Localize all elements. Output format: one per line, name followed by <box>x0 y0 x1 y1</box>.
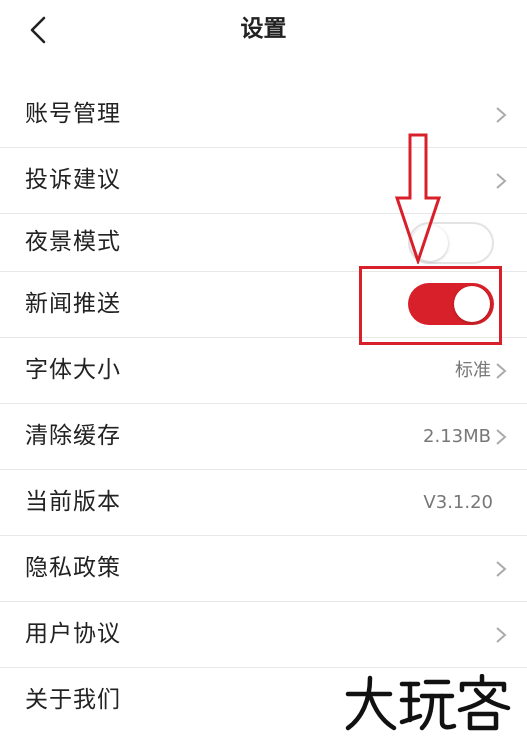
row-label: 新闻推送 <box>25 291 121 317</box>
row-night-mode: 夜景模式 <box>0 214 527 272</box>
chevron-right-icon <box>496 627 507 643</box>
version-value: V3.1.20 <box>423 492 493 513</box>
row-user-agreement[interactable]: 用户协议 <box>0 602 527 668</box>
row-label: 当前版本 <box>25 489 121 515</box>
row-clear-cache[interactable]: 清除缓存 2.13MB <box>0 404 527 470</box>
row-label: 字体大小 <box>25 357 121 383</box>
row-label: 投诉建议 <box>25 167 121 193</box>
highlight-box <box>359 266 502 345</box>
row-privacy-policy[interactable]: 隐私政策 <box>0 536 527 602</box>
row-label: 清除缓存 <box>25 423 121 449</box>
row-label: 关于我们 <box>25 687 121 713</box>
header: 设置 <box>0 0 527 80</box>
row-label: 夜景模式 <box>25 229 121 255</box>
row-label: 隐私政策 <box>25 555 121 581</box>
watermark-logo <box>345 674 511 731</box>
row-font-size[interactable]: 字体大小 标准 <box>0 338 527 404</box>
cache-size-value: 2.13MB <box>423 426 491 447</box>
row-label: 用户协议 <box>25 621 121 647</box>
row-account-management[interactable]: 账号管理 <box>0 82 527 148</box>
font-size-value: 标准 <box>455 360 491 381</box>
chevron-right-icon <box>496 363 507 379</box>
chevron-right-icon <box>496 173 507 189</box>
row-feedback[interactable]: 投诉建议 <box>0 148 527 214</box>
row-label: 账号管理 <box>25 101 121 127</box>
chevron-right-icon <box>496 107 507 123</box>
row-current-version: 当前版本 V3.1.20 <box>0 470 527 536</box>
down-arrow-icon <box>394 133 442 264</box>
page-title: 设置 <box>240 16 287 42</box>
chevron-right-icon <box>496 429 507 445</box>
chevron-right-icon <box>496 561 507 577</box>
settings-list: 账号管理 投诉建议 夜景模式 新闻推送 字体大小 标准 清除缓存 2.13MB … <box>0 82 527 733</box>
